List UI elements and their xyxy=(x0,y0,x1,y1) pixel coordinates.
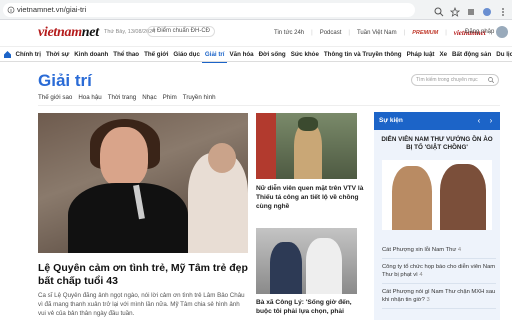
link-news-24h[interactable]: Tin tức 24h xyxy=(274,30,304,36)
url-text: vietnamnet.vn/giai-tri xyxy=(17,5,87,14)
image-background xyxy=(256,113,276,179)
lead-story-title[interactable]: Lệ Quyên cảm ơn tình trẻ, Mỹ Tâm trẻ đẹp… xyxy=(38,262,253,288)
nav-item[interactable]: Thể thao xyxy=(111,47,142,63)
image-figure xyxy=(208,143,236,173)
nav-item[interactable]: Pháp luật xyxy=(404,47,437,63)
subcategory-tabs: Thế giới sao Hoa hậu Thời trang Nhạc Phi… xyxy=(38,94,216,101)
logo-net-text: net xyxy=(81,25,99,40)
list-item-text: Cát Phượng xin lỗi Nam Thư xyxy=(382,247,457,253)
nav-item[interactable]: Thời sự xyxy=(43,47,71,63)
comment-count: 4 xyxy=(419,272,423,278)
image-figure xyxy=(306,238,342,294)
home-icon[interactable] xyxy=(3,50,12,59)
login-link[interactable]: Đăng nhập xyxy=(465,29,494,35)
lead-story-image[interactable] xyxy=(38,113,248,253)
event-box-heading: Sự kiện xyxy=(379,117,403,124)
nav-item[interactable]: Thông tin và Truyền thông xyxy=(321,47,404,63)
divider xyxy=(38,105,500,106)
story-title[interactable]: Bà xã Công Lý: 'Sống giờ đến, buộc tôi p… xyxy=(256,298,364,316)
page-title: Giải trí xyxy=(38,71,92,90)
nav-item[interactable]: Thế giới xyxy=(142,47,171,63)
site-header: vietnamnet Thứ Bảy, 13/08/2024 # Điểm ch… xyxy=(0,20,512,44)
nav-item[interactable]: Bất động sản xyxy=(450,47,494,63)
nav-item[interactable]: Giải trí xyxy=(202,47,228,63)
premium-link[interactable]: PREMIUM xyxy=(412,30,438,36)
search-icon[interactable] xyxy=(488,77,494,83)
image-figure xyxy=(270,242,302,294)
list-item-text: Cát Phượng nói gì Nam Thư chặn MXH sau k… xyxy=(382,289,496,303)
list-item-text: Công ty tổ chức họp báo cho diễn viên Na… xyxy=(382,264,496,278)
zoom-icon[interactable] xyxy=(434,4,444,17)
lead-story-summary: Ca sĩ Lệ Quyên đăng ảnh ngọt ngào, nói l… xyxy=(38,292,245,317)
event-article-list: Cát Phượng xin lỗi Nam Thư 4 Công ty tổ … xyxy=(382,242,496,309)
list-item[interactable]: Cát Phượng xin lỗi Nam Thư 4 xyxy=(382,242,496,259)
logo-text: vietnam xyxy=(38,25,82,40)
nav-item[interactable]: Xe xyxy=(437,47,450,63)
event-box-header: Sự kiện ‹ › xyxy=(374,112,500,130)
next-arrow-icon[interactable]: › xyxy=(486,116,496,126)
separator: | xyxy=(311,30,313,36)
separator: | xyxy=(445,30,447,36)
link-tuan-viet-nam[interactable]: Tuần Việt Nam xyxy=(357,30,397,36)
nav-item[interactable]: Đời sống xyxy=(256,47,288,63)
event-image[interactable] xyxy=(382,160,492,230)
profile-icon[interactable] xyxy=(482,4,492,16)
image-figure xyxy=(298,117,318,131)
image-figure xyxy=(100,127,148,187)
user-avatar-icon[interactable] xyxy=(496,26,508,38)
link-podcast[interactable]: Podcast xyxy=(320,30,342,36)
subtab-nhac[interactable]: Nhạc xyxy=(142,94,156,101)
section-search-input[interactable]: Tìm kiếm trong chuyên mục xyxy=(411,74,499,86)
extensions-icon[interactable] xyxy=(466,4,476,15)
subtab-truyen-hinh[interactable]: Truyền hình xyxy=(183,94,216,101)
subtab-thoi-trang[interactable]: Thời trang xyxy=(108,94,136,101)
subtab-the-gioi-sao[interactable]: Thế giới sao xyxy=(38,94,72,101)
browser-menu-icon[interactable] xyxy=(498,4,508,16)
separator: | xyxy=(403,30,406,36)
story-image[interactable] xyxy=(256,113,357,179)
address-bar[interactable]: vietnamnet.vn/giai-tri xyxy=(3,3,415,17)
search-placeholder: Tìm kiếm trong chuyên mục xyxy=(416,77,478,83)
nav-item[interactable]: Văn hóa xyxy=(227,47,256,63)
browser-toolbar: vietnamnet.vn/giai-tri xyxy=(0,0,512,20)
story-title[interactable]: Nữ diễn viên quen mặt trên VTV là Thiếu … xyxy=(256,184,364,211)
comment-count: 4 xyxy=(457,247,462,253)
subtab-hoa-hau[interactable]: Hoa hậu xyxy=(78,94,101,101)
event-box: Sự kiện ‹ › DIỄN VIÊN NAM THƯ VƯỚNG ỒN À… xyxy=(374,112,500,320)
list-item[interactable]: Cát Phượng nói gì Nam Thư chặn MXH sau k… xyxy=(382,284,496,309)
event-title[interactable]: DIỄN VIÊN NAM THƯ VƯỚNG ỒN ÀO BỊ TỐ 'GIẬ… xyxy=(374,136,500,152)
trending-tag[interactable]: # Điểm chuẩn ĐH-CĐ xyxy=(147,26,216,37)
image-figure xyxy=(392,166,432,230)
nav-item[interactable]: Du lịch xyxy=(494,47,512,63)
image-figure xyxy=(294,123,322,179)
separator: | xyxy=(348,30,350,36)
nav-items: Chính trị Thời sự Kinh doanh Thể thao Thế gi… xyxy=(13,47,512,63)
subtab-phim[interactable]: Phim xyxy=(163,94,177,101)
image-figure xyxy=(68,183,188,253)
list-item[interactable]: Công ty tổ chức họp báo cho diễn viên Na… xyxy=(382,259,496,284)
nav-item[interactable]: Kinh doanh xyxy=(72,47,111,63)
main-navigation: Chính trị Thời sự Kinh doanh Thể thao Thế gi… xyxy=(0,46,512,63)
nav-item[interactable]: Giáo dục xyxy=(171,47,202,63)
nav-item[interactable]: Chính trị xyxy=(13,47,43,63)
story-image[interactable] xyxy=(256,228,357,294)
image-figure xyxy=(440,164,486,230)
comment-count: 3 xyxy=(426,297,430,303)
prev-arrow-icon[interactable]: ‹ xyxy=(474,116,484,126)
site-info-icon[interactable] xyxy=(7,6,15,14)
bookmark-star-icon[interactable] xyxy=(449,4,461,17)
site-logo[interactable]: vietnamnet xyxy=(38,25,99,41)
nav-item[interactable]: Sức khỏe xyxy=(288,47,321,63)
